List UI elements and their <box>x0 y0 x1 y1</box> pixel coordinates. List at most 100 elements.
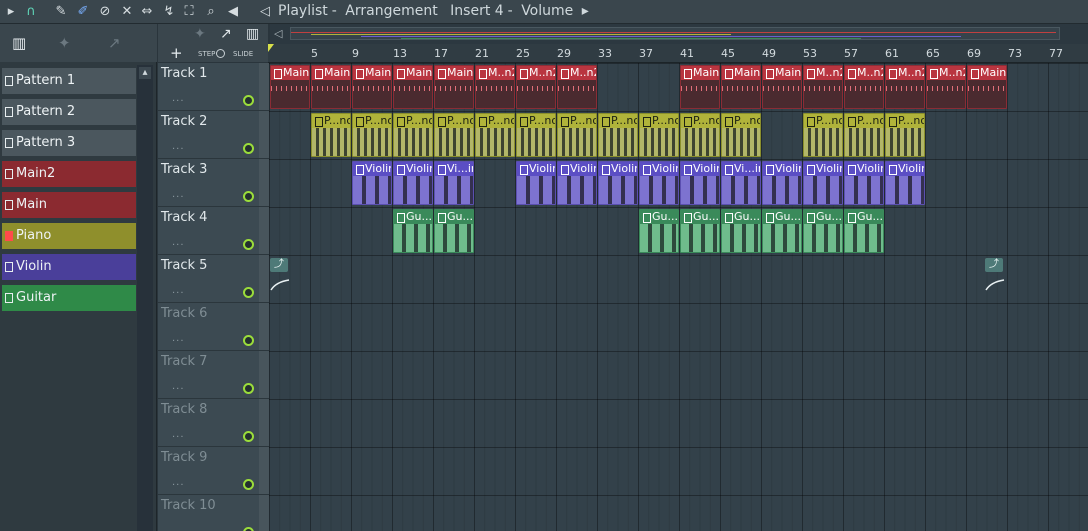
pattern-clip-piano[interactable]: P...no <box>311 113 351 157</box>
timeline-ruler[interactable]: 5 9 13 17 21 25 29 33 37 41 45 49 53 57 61 65 69 73 77 <box>268 44 1088 63</box>
pattern-clip-main[interactable]: M..n2 <box>516 65 556 109</box>
track-header[interactable]: Track 5... <box>158 255 259 303</box>
window-title-breadcrumb[interactable]: Playlist - Arrangement Insert 4- Volume ▸ <box>278 3 593 19</box>
pattern-clip-violin[interactable]: Violin <box>762 161 802 205</box>
audio-clip-icon[interactable]: ✦ <box>194 26 206 42</box>
pattern-clip-guitar[interactable]: Gu...r <box>393 209 433 253</box>
slice-icon[interactable]: ↯ <box>160 3 178 21</box>
magnet-icon[interactable]: ∩ <box>22 3 40 21</box>
pattern-clip-main[interactable]: M..n2 <box>475 65 515 109</box>
track-resize-strip[interactable] <box>259 111 269 159</box>
pattern-clip-main[interactable]: M..n2 <box>557 65 597 109</box>
pattern-clip-piano[interactable]: P...no <box>803 113 843 157</box>
pattern-clip-piano[interactable]: P...no <box>557 113 597 157</box>
pattern-clip-piano[interactable]: P...no <box>393 113 433 157</box>
pattern-clip-main[interactable]: Main <box>721 65 761 109</box>
track-resize-strip[interactable] <box>259 159 269 207</box>
add-track-button[interactable]: + <box>170 44 183 62</box>
track-mute-led[interactable] <box>243 383 254 394</box>
audio-view-icon[interactable]: ✦ <box>58 34 71 52</box>
pattern-clip-main[interactable]: M..n2 <box>885 65 925 109</box>
pattern-clip-violin[interactable]: Vi...in <box>721 161 761 205</box>
pattern-clip-violin[interactable]: Violin <box>680 161 720 205</box>
delete-icon[interactable]: ⊘ <box>96 3 114 21</box>
track-header[interactable]: Track 4... <box>158 207 259 255</box>
pattern-clip-violin[interactable]: Violin <box>844 161 884 205</box>
track-mute-led[interactable] <box>243 479 254 490</box>
pattern-item-violin[interactable]: Violin <box>2 254 136 280</box>
pattern-view-icon[interactable]: ▥ <box>12 34 26 52</box>
playback-icon[interactable]: ◀ <box>224 3 242 21</box>
track-mute-led[interactable] <box>243 239 254 250</box>
song-overview[interactable]: ◁ <box>270 24 1088 44</box>
pattern-clip-main[interactable]: Main <box>434 65 474 109</box>
track-resize-strip[interactable] <box>259 303 269 351</box>
track-resize-strip[interactable] <box>259 207 269 255</box>
track-resize-strip[interactable] <box>259 495 269 531</box>
pattern-clip-piano[interactable]: P...no <box>844 113 884 157</box>
pencil-icon[interactable]: ✎ <box>52 3 70 21</box>
track-header[interactable]: Track 7... <box>158 351 259 399</box>
pattern-clip-violin[interactable]: Violin <box>885 161 925 205</box>
track-resize-strip[interactable] <box>259 63 269 111</box>
track-resize-strip[interactable] <box>259 255 269 303</box>
track-mute-led[interactable] <box>243 287 254 298</box>
automation-view-icon[interactable]: ↗ <box>108 34 121 52</box>
track-header[interactable]: Track 6... <box>158 303 259 351</box>
pattern-clip-violin[interactable]: Vi...in <box>434 161 474 205</box>
scroll-up-icon[interactable]: ▴ <box>139 67 151 79</box>
pattern-clip-violin[interactable]: Violin <box>803 161 843 205</box>
pattern-clip-violin[interactable]: Violin <box>516 161 556 205</box>
pattern-item-1[interactable]: Pattern 1 <box>2 68 136 94</box>
overview-scroll-thumb[interactable] <box>290 27 1060 40</box>
automation-clip[interactable]: ⤴ <box>270 258 290 300</box>
track-header[interactable]: Track 1... <box>158 63 259 111</box>
track-mute-led[interactable] <box>243 191 254 202</box>
pattern-clip-violin[interactable]: Violin <box>557 161 597 205</box>
pattern-clip-main[interactable]: Main <box>680 65 720 109</box>
pattern-clip-main[interactable]: M..n2 <box>844 65 884 109</box>
pattern-clip-violin[interactable]: Violin <box>352 161 392 205</box>
pattern-clip-piano[interactable]: P...no <box>885 113 925 157</box>
slip-icon[interactable]: ⇔ <box>138 3 156 21</box>
pattern-clip-main[interactable]: M..n2 <box>803 65 843 109</box>
track-mute-led[interactable] <box>243 143 254 154</box>
track-header[interactable]: Track 10... <box>158 495 259 531</box>
mute-icon[interactable]: ✕ <box>118 3 136 21</box>
pattern-clip-guitar[interactable]: Gu...r <box>434 209 474 253</box>
track-mute-led[interactable] <box>243 431 254 442</box>
pattern-clip-piano[interactable]: P...no <box>475 113 515 157</box>
pattern-clip-violin[interactable]: Violin <box>598 161 638 205</box>
pattern-item-3[interactable]: Pattern 3 <box>2 130 136 156</box>
pattern-clip-main[interactable]: Main <box>352 65 392 109</box>
pattern-clip-main[interactable]: Main <box>967 65 1007 109</box>
paint-brush-icon[interactable]: ✐ <box>74 3 92 21</box>
track-header[interactable]: Track 2... <box>158 111 259 159</box>
pattern-clip-main[interactable]: Main <box>270 65 310 109</box>
pattern-clip-guitar[interactable]: Gu...r <box>762 209 802 253</box>
play-arrow-icon[interactable]: ▸ <box>2 3 20 21</box>
pattern-item-2[interactable]: Pattern 2 <box>2 99 136 125</box>
pattern-clip-guitar[interactable]: Gu...r <box>680 209 720 253</box>
pattern-item-guitar[interactable]: Guitar <box>2 285 136 311</box>
pattern-clip-main[interactable]: Main <box>393 65 433 109</box>
pattern-clip-main[interactable]: Main <box>762 65 802 109</box>
step-slide-toggle[interactable] <box>216 49 225 58</box>
pattern-item-piano[interactable]: Piano <box>2 223 136 249</box>
track-mute-led[interactable] <box>243 527 254 531</box>
pattern-clip-main[interactable]: M..n2 <box>926 65 966 109</box>
menu-arrow-icon[interactable]: ◁ <box>256 3 274 21</box>
track-header[interactable]: Track 8... <box>158 399 259 447</box>
pattern-clip-main[interactable]: Main <box>311 65 351 109</box>
track-mute-led[interactable] <box>243 95 254 106</box>
select-icon[interactable]: ⛶ <box>180 3 198 21</box>
pattern-clip-piano[interactable]: P...no <box>434 113 474 157</box>
pattern-clip-guitar[interactable]: Gu...r <box>803 209 843 253</box>
pattern-clip-violin[interactable]: Violin <box>639 161 679 205</box>
track-resize-strip[interactable] <box>259 351 269 399</box>
automation-clip[interactable]: ⤴ <box>985 258 1005 300</box>
pattern-clip-piano[interactable]: P...no <box>352 113 392 157</box>
track-resize-strip[interactable] <box>259 447 269 495</box>
pattern-item-main2[interactable]: Main2 <box>2 161 136 187</box>
track-header[interactable]: Track 9... <box>158 447 259 495</box>
